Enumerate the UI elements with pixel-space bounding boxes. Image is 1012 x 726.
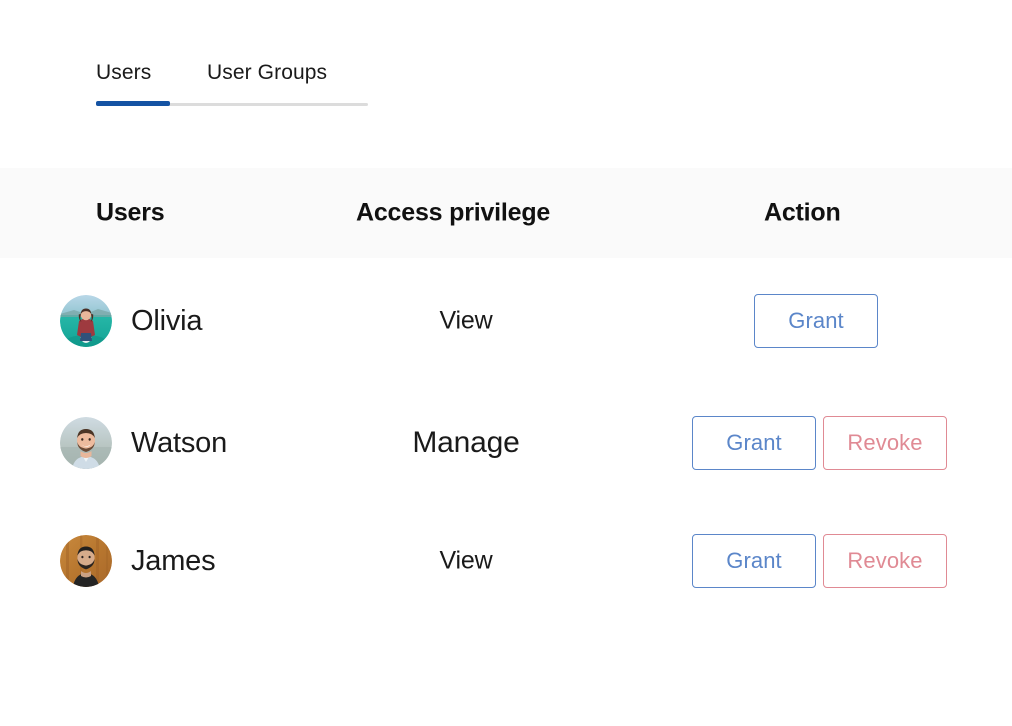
action-cell: Grant Revoke <box>692 416 947 470</box>
column-header-users: Users <box>96 198 165 227</box>
table-row: Watson Manage Grant Revoke <box>0 384 1012 502</box>
action-cell: Grant Revoke <box>692 534 947 588</box>
user-cell: Olivia <box>60 295 203 347</box>
user-name: Olivia <box>131 304 203 337</box>
revoke-button[interactable]: Revoke <box>823 416 947 470</box>
table-body: Olivia View Grant Watson Manage Grant Re… <box>0 258 1012 620</box>
grant-button[interactable]: Grant <box>754 294 878 348</box>
table-header-row: Users Access privilege Action <box>0 168 1012 258</box>
access-privilege-value: View <box>439 546 493 575</box>
grant-button[interactable]: Grant <box>692 534 816 588</box>
tabs-bar: Users User Groups <box>0 0 1012 168</box>
table-row: Olivia View Grant <box>0 258 1012 384</box>
watson-avatar <box>60 417 112 469</box>
access-privilege-value: View <box>439 306 493 335</box>
access-privilege-value: Manage <box>412 426 520 459</box>
tab-users[interactable]: Users <box>96 60 207 86</box>
user-name: James <box>131 544 216 577</box>
tab-user-groups[interactable]: User Groups <box>207 60 327 86</box>
james-avatar <box>60 535 112 587</box>
tab-active-indicator <box>96 101 170 106</box>
table-row: James View Grant Revoke <box>0 502 1012 620</box>
column-header-access-privilege: Access privilege <box>356 198 551 227</box>
olivia-avatar <box>60 295 112 347</box>
revoke-button[interactable]: Revoke <box>823 534 947 588</box>
grant-button[interactable]: Grant <box>692 416 816 470</box>
user-cell: Watson <box>60 417 227 469</box>
column-header-action: Action <box>764 198 841 227</box>
action-cell: Grant <box>754 294 878 348</box>
user-name: Watson <box>131 426 228 459</box>
user-cell: James <box>60 535 216 587</box>
tab-list: Users User Groups <box>96 60 327 86</box>
